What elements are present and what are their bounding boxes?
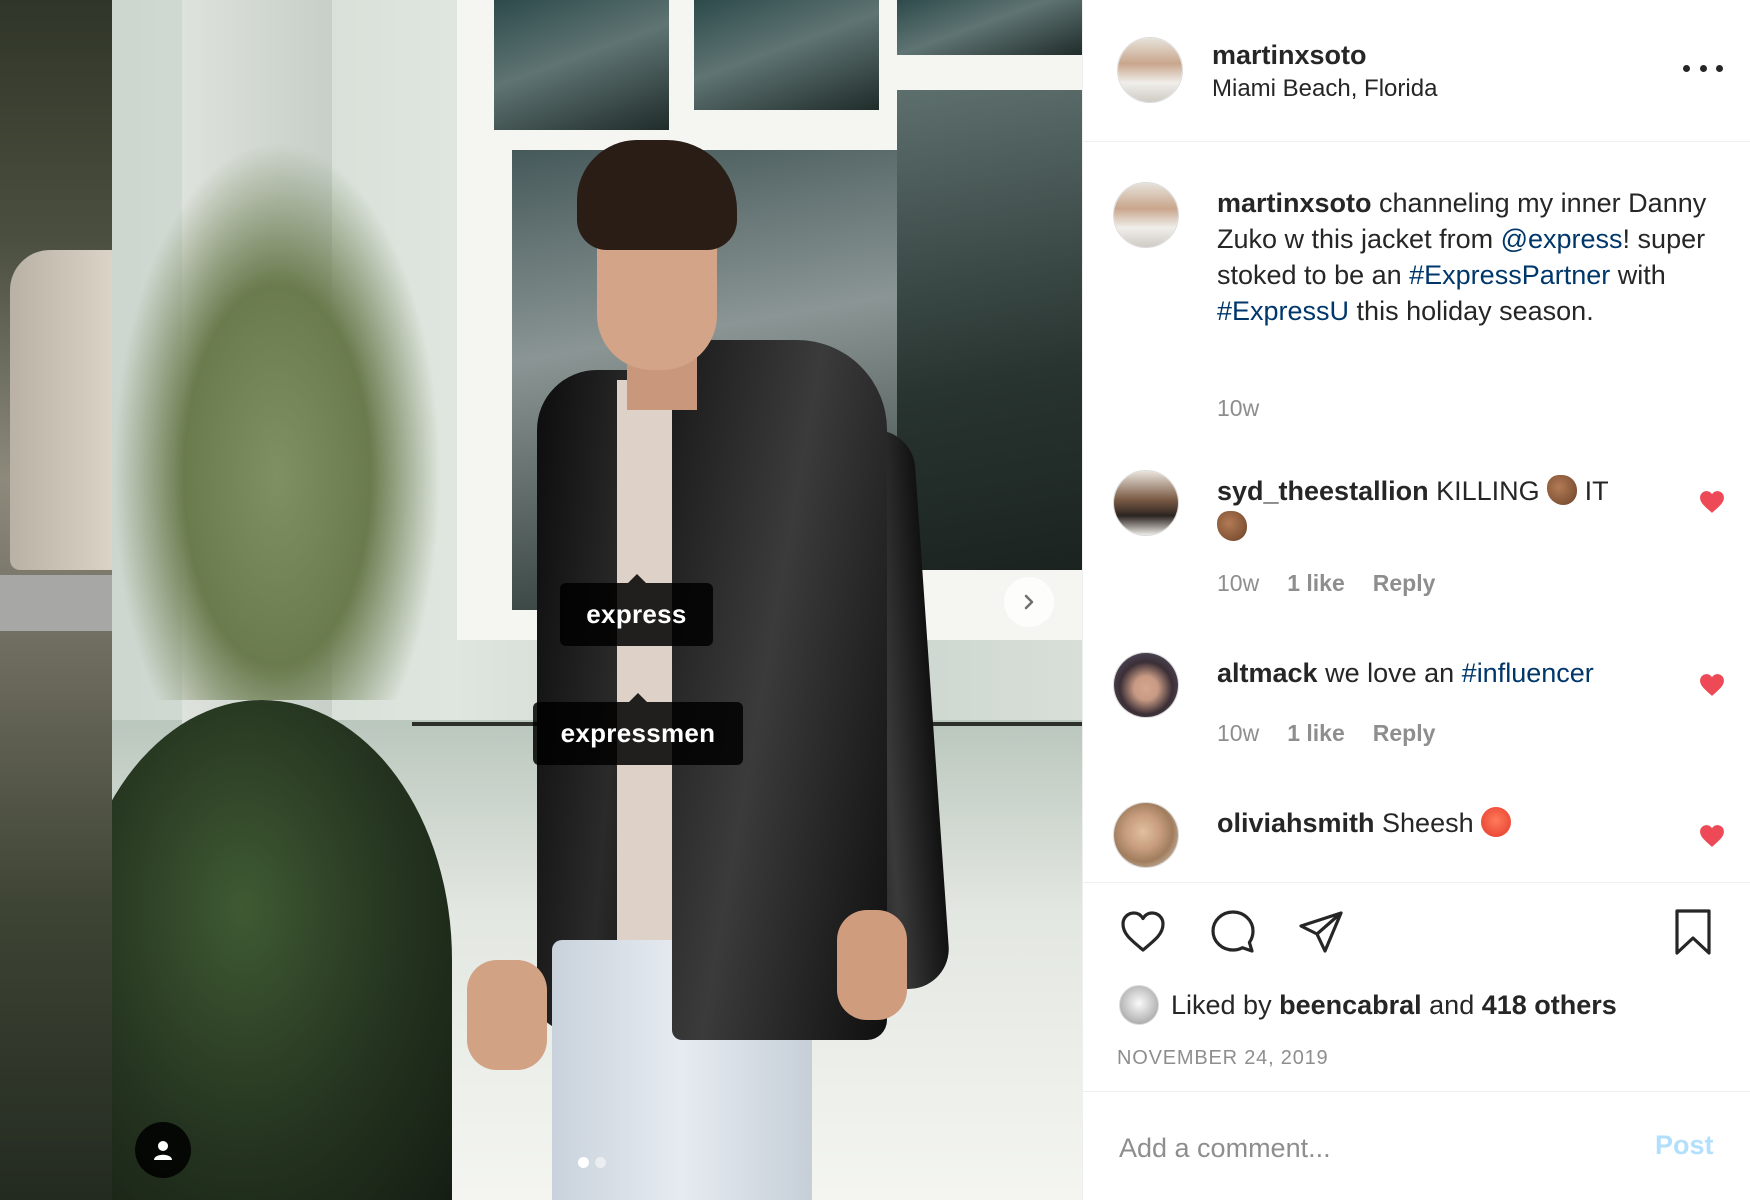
author-avatar[interactable] — [1117, 37, 1183, 103]
hot-face-emoji — [1481, 807, 1512, 837]
liker-username[interactable]: beencabral — [1279, 990, 1422, 1020]
carousel-dot-active — [578, 1157, 589, 1168]
comment-meta: 10w 1 like Reply — [1217, 570, 1435, 597]
likes-middle: and — [1421, 989, 1482, 1020]
commenter-avatar[interactable] — [1113, 470, 1179, 536]
comment-text-part: Sheesh — [1374, 808, 1482, 838]
caption-text: martinxsoto channeling my inner Danny Zu… — [1217, 185, 1707, 329]
post-comment-button[interactable]: Post — [1655, 1130, 1714, 1161]
caption-username[interactable]: martinxsoto — [1217, 188, 1372, 218]
post-date[interactable]: NOVEMBER 24, 2019 — [1117, 1047, 1328, 1070]
user-tags-icon — [154, 1141, 172, 1160]
post-actions: Liked by beencabral and 418 others NOVEM… — [1083, 882, 1750, 1200]
caption-timestamp[interactable]: 10w — [1217, 395, 1259, 422]
clapping-hands-emoji — [1547, 475, 1578, 505]
caption-avatar[interactable] — [1113, 182, 1179, 248]
caption-text-part: with — [1610, 260, 1666, 290]
product-tag-expressmen[interactable]: expressmen — [533, 693, 743, 765]
hashtag-link[interactable]: #ExpressU — [1217, 296, 1349, 326]
more-options-button[interactable] — [1683, 58, 1723, 78]
post-modal: express expressmen martinxsoto Miami Bea… — [0, 0, 1750, 1200]
comments-list: martinxsoto channeling my inner Danny Zu… — [1083, 142, 1750, 882]
comment-text-part: IT — [1577, 476, 1609, 506]
commenter-username[interactable]: altmack — [1217, 658, 1318, 688]
likes-prefix: Liked by — [1171, 989, 1280, 1020]
comment-text-part: KILLING — [1428, 476, 1548, 506]
likes-others-link[interactable]: 418 others — [1482, 990, 1617, 1020]
comment-like-heart-icon[interactable] — [1699, 824, 1725, 848]
hashtag-link[interactable]: #influencer — [1462, 658, 1594, 688]
comment-icon[interactable] — [1209, 908, 1257, 956]
commenter-avatar[interactable] — [1113, 802, 1179, 868]
bookmark-icon[interactable] — [1669, 908, 1717, 956]
user-tags-button[interactable] — [135, 1122, 191, 1178]
commenter-username[interactable]: oliviahsmith — [1217, 808, 1375, 838]
post-side-panel: martinxsoto Miami Beach, Florida martinx… — [1082, 0, 1750, 1200]
next-arrow-icon — [1024, 594, 1034, 610]
comment-text: altmack we love an #influencer — [1217, 655, 1707, 691]
caption-meta: 10w — [1217, 395, 1259, 422]
caption-text-part: this holiday season. — [1349, 296, 1594, 326]
post-media: express expressmen — [0, 0, 1082, 1200]
add-comment-input[interactable] — [1119, 1128, 1619, 1168]
share-icon[interactable] — [1297, 908, 1345, 956]
post-header: martinxsoto Miami Beach, Florida — [1083, 0, 1750, 142]
comment-timestamp[interactable]: 10w — [1217, 720, 1259, 747]
comment-like-heart-icon[interactable] — [1699, 490, 1725, 514]
comment-meta: 10w 1 like Reply — [1217, 720, 1435, 747]
next-image-button[interactable] — [1004, 577, 1054, 627]
comment-likes[interactable]: 1 like — [1287, 720, 1345, 747]
reply-button[interactable]: Reply — [1373, 720, 1436, 747]
comment-like-heart-icon[interactable] — [1699, 673, 1725, 697]
comment-timestamp[interactable]: 10w — [1217, 570, 1259, 597]
comment-text: syd_theestallion KILLING IT — [1217, 473, 1647, 545]
reply-button[interactable]: Reply — [1373, 570, 1436, 597]
likes-text: Liked by beencabral and 418 others — [1171, 990, 1617, 1021]
commenter-avatar[interactable] — [1113, 652, 1179, 718]
liker-avatar[interactable] — [1119, 985, 1159, 1025]
commenter-username[interactable]: syd_theestallion — [1217, 476, 1429, 506]
post-location[interactable]: Miami Beach, Florida — [1212, 75, 1437, 103]
comment-likes[interactable]: 1 like — [1287, 570, 1345, 597]
previous-post-preview[interactable] — [0, 0, 112, 1200]
comment-text-part: we love an — [1317, 658, 1462, 688]
heart-icon[interactable] — [1119, 908, 1167, 956]
mention-link[interactable]: @express — [1501, 224, 1623, 254]
photo-subject — [467, 140, 967, 1200]
product-tag-express[interactable]: express — [560, 574, 713, 646]
more-icon — [1683, 64, 1690, 72]
likes-summary: Liked by beencabral and 418 others — [1119, 983, 1617, 1027]
comment-text: oliviahsmith Sheesh — [1217, 805, 1707, 841]
carousel-indicator — [578, 1157, 606, 1168]
carousel-dot — [595, 1157, 606, 1168]
add-comment-bar: Post — [1083, 1091, 1750, 1200]
clapping-hands-emoji — [1217, 511, 1247, 541]
author-username[interactable]: martinxsoto — [1212, 40, 1367, 71]
hashtag-link[interactable]: #ExpressPartner — [1409, 260, 1610, 290]
